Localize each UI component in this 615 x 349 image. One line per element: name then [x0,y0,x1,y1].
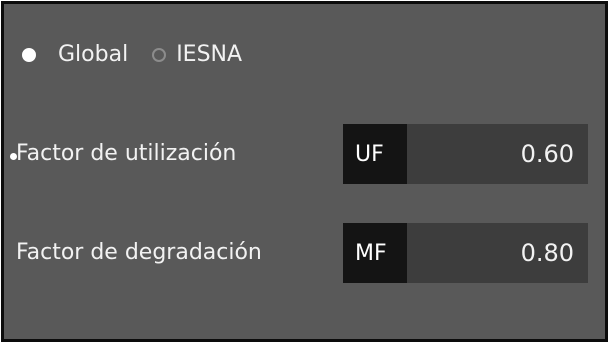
utilization-factor-label: Factor de utilización [16,141,237,166]
degradation-factor-code: MF [343,223,407,283]
iesna-radio[interactable] [152,47,167,62]
degradation-factor-value[interactable]: 0.80 [407,223,588,283]
utilization-factor-value[interactable]: 0.60 [407,124,588,184]
mode-radio-group: Global IESNA [22,42,242,67]
factors-panel: Global IESNA Factor de utilización UF 0.… [1,1,608,342]
global-radio[interactable] [22,47,36,62]
degradation-factor-label: Factor de degradación [16,240,262,265]
utilization-factor-code: UF [343,124,407,184]
iesna-radio-label[interactable]: IESNA [176,42,242,67]
degradation-factor-field[interactable]: MF 0.80 [343,223,588,283]
global-radio-label[interactable]: Global [58,42,128,67]
utilization-factor-field[interactable]: UF 0.60 [343,124,588,184]
